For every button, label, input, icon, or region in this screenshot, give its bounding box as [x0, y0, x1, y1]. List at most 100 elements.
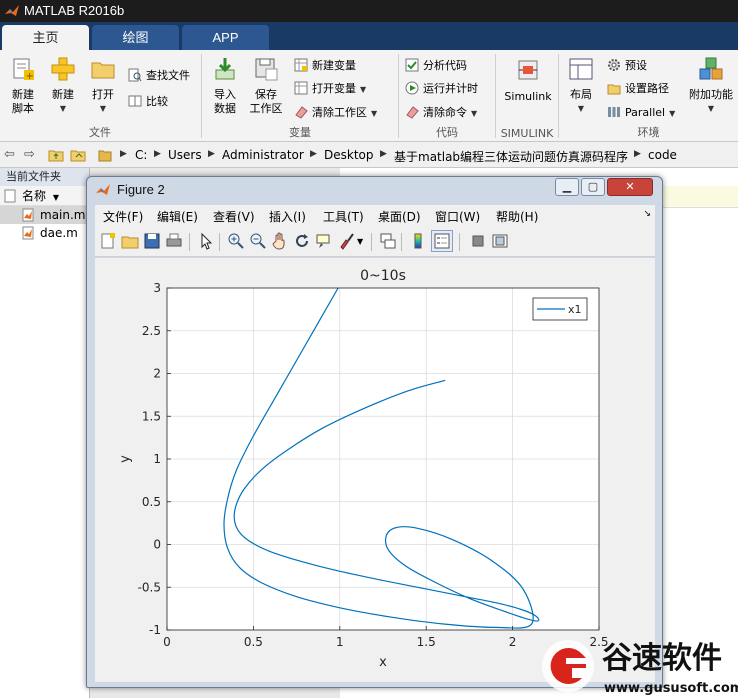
find-files-button[interactable]: 查找文件 [128, 66, 190, 86]
menu-insert[interactable]: 插入(I) [269, 208, 306, 225]
set-path-button[interactable]: 设置路径 [607, 79, 669, 99]
preferences-button[interactable]: 预设 [607, 56, 647, 76]
browse-folder-icon[interactable] [70, 148, 86, 162]
analyze-code-button[interactable]: 分析代码 [405, 56, 467, 76]
tab-home[interactable]: 主页 [2, 25, 89, 50]
simulink-label: Simulink [504, 90, 552, 103]
breadcrumb-item[interactable]: 基于matlab编程三体运动问题仿真源码程序 [394, 148, 628, 165]
save-label-2: 工作区 [249, 102, 283, 115]
section-label-variable: 变量 [289, 126, 311, 139]
analyze-code-icon [405, 58, 419, 72]
link-icon[interactable] [379, 232, 397, 250]
y-tick-label: 1 [153, 452, 161, 466]
file-item[interactable]: main.m [0, 206, 89, 224]
figure-title-bar[interactable]: Figure 2 ▁ ▢ ✕ [87, 177, 662, 203]
up-folder-icon[interactable] [48, 148, 64, 162]
layout-icon [569, 58, 593, 80]
legend-label-x1: x1 [568, 303, 582, 316]
forward-arrow-icon[interactable]: ⇨ [24, 147, 35, 162]
compare-button[interactable]: 比较 [128, 92, 168, 112]
eraser-icon [295, 106, 308, 119]
clear-commands-dropdown-icon[interactable]: ▼ [471, 109, 477, 118]
print-icon[interactable] [165, 232, 183, 250]
current-folder-title: 当前文件夹 [0, 168, 89, 186]
simulink-button[interactable]: Simulink [500, 58, 556, 104]
layout-dropdown-icon[interactable]: ▼ [559, 102, 603, 116]
menu-edit[interactable]: 编辑(E) [157, 208, 198, 225]
minimize-button[interactable]: ▁ [555, 178, 579, 196]
new-variable-label: 新建变量 [312, 59, 356, 72]
clear-workspace-button[interactable]: 清除工作区 ▼ [294, 103, 377, 123]
menu-desktop[interactable]: 桌面(D) [378, 208, 421, 225]
line-chart[interactable]: 0 0.5 1 1.5 2 2.5 -1 -0.5 0 0.5 1 1.5 2 2.5 3 0~10s x… [95, 258, 655, 682]
save-icon[interactable] [143, 232, 161, 250]
toolbar-separator [401, 233, 402, 251]
breadcrumb-item[interactable]: Users [168, 148, 202, 162]
legend-icon[interactable] [431, 230, 453, 252]
menu-help[interactable]: 帮助(H) [496, 208, 538, 225]
figure-canvas: 0 0.5 1 1.5 2 2.5 -1 -0.5 0 0.5 1 1.5 2 2.5 3 0~10s x… [95, 258, 655, 682]
breadcrumb-item[interactable]: code [648, 148, 677, 162]
maximize-button[interactable]: ▢ [581, 178, 605, 196]
zoom-in-icon[interactable] [227, 232, 245, 250]
ribbon: + 新建 脚本 新建 ▼ 打开 ▼ 查找文件 比较 文件 导入 数据 保存 工作… [0, 50, 738, 142]
brush-icon[interactable] [337, 232, 355, 250]
legend[interactable]: x1 [532, 297, 588, 321]
zoom-out-icon[interactable] [249, 232, 267, 250]
save-workspace-button[interactable]: 保存 工作区 [242, 56, 290, 116]
parallel-icon [608, 107, 620, 117]
name-column-header[interactable]: 名称 ▼ [0, 186, 89, 206]
close-button[interactable]: ✕ [607, 178, 653, 196]
import-label-1: 导入 [214, 88, 236, 101]
parallel-button[interactable]: Parallel ▼ [607, 103, 675, 123]
parallel-dropdown-icon[interactable]: ▼ [669, 109, 675, 118]
show-plot-tools-icon[interactable] [491, 232, 509, 250]
open-button[interactable]: 打开 ▼ [80, 56, 126, 116]
addons-dropdown-icon[interactable]: ▼ [685, 102, 737, 116]
menu-view[interactable]: 查看(V) [213, 208, 255, 225]
open-variable-dropdown-icon[interactable]: ▼ [360, 85, 366, 94]
rotate-icon[interactable] [293, 232, 311, 250]
hide-plot-tools-icon[interactable] [469, 232, 487, 250]
file-name: main.m [40, 208, 86, 222]
open-variable-button[interactable]: 打开变量 ▼ [294, 79, 366, 99]
breadcrumb-separator-icon: ▶ [380, 149, 387, 159]
run-and-time-button[interactable]: 运行并计时 [405, 79, 478, 99]
breadcrumb-item[interactable]: Administrator [222, 148, 304, 162]
open-icon[interactable] [121, 232, 139, 250]
data-cursor-icon[interactable] [315, 232, 333, 250]
brush-dropdown-icon[interactable]: ▼ [357, 237, 363, 246]
dock-arrow-icon[interactable]: ↘ [643, 209, 651, 219]
pan-icon[interactable] [271, 232, 289, 250]
tab-plots[interactable]: 绘图 [92, 25, 179, 50]
open-dropdown-icon[interactable]: ▼ [80, 102, 126, 116]
pointer-icon[interactable] [197, 232, 215, 250]
y-tick-label: 3 [153, 281, 161, 295]
breadcrumb-item[interactable]: C: [135, 148, 147, 162]
back-arrow-icon[interactable]: ⇦ [4, 147, 15, 162]
file-item[interactable]: dae.m [0, 224, 89, 242]
section-label-simulink: SIMULINK [500, 127, 554, 140]
sort-arrow-icon[interactable]: ▼ [53, 193, 59, 202]
menu-file[interactable]: 文件(F) [103, 208, 143, 225]
tab-apps[interactable]: APP [182, 25, 269, 50]
colorbar-icon[interactable] [409, 232, 427, 250]
parallel-label: Parallel [625, 106, 666, 119]
chart-title: 0~10s [360, 268, 406, 284]
x-tick-label: 1 [336, 635, 344, 649]
open-label: 打开 [92, 88, 114, 101]
simulink-icon [518, 60, 538, 80]
new-figure-icon[interactable] [99, 232, 117, 250]
addons-button[interactable]: 附加功能 ▼ [685, 56, 737, 116]
menu-window[interactable]: 窗口(W) [435, 208, 480, 225]
plus-icon [51, 57, 75, 81]
layout-button[interactable]: 布局 ▼ [559, 56, 603, 116]
breadcrumb-item[interactable]: Desktop [324, 148, 374, 162]
clear-workspace-dropdown-icon[interactable]: ▼ [371, 109, 377, 118]
clear-commands-button[interactable]: 清除命令 ▼ [405, 103, 477, 123]
watermark: 谷速软件 www.gususoft.com [538, 636, 738, 698]
figure-menu-bar: 文件(F) 编辑(E) 查看(V) 插入(I) 工具(T) 桌面(D) 窗口(W… [95, 205, 655, 227]
menu-tools[interactable]: 工具(T) [323, 208, 364, 225]
new-variable-button[interactable]: 新建变量 [294, 56, 356, 76]
open-variable-label: 打开变量 [312, 82, 356, 95]
